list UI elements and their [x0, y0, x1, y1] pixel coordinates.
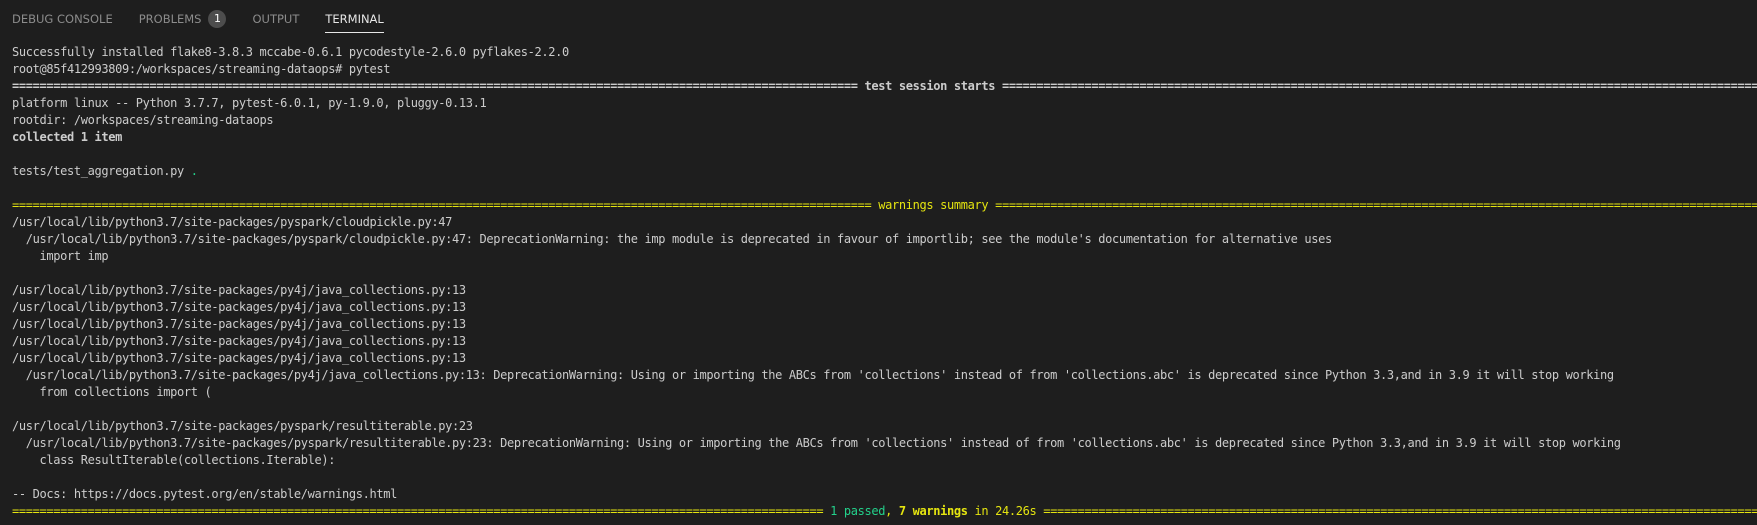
- warnings-separator: ========================================…: [12, 198, 1757, 212]
- session-title: test session starts: [864, 79, 996, 93]
- summary-line: ========================================…: [12, 504, 1757, 518]
- warning-path: /usr/local/lib/python3.7/site-packages/p…: [12, 351, 466, 365]
- platform-line: platform linux -- Python 3.7.7, pytest-6…: [12, 96, 487, 110]
- warning-message: /usr/local/lib/python3.7/site-packages/p…: [12, 368, 1614, 382]
- warning-path: /usr/local/lib/python3.7/site-packages/p…: [12, 300, 466, 314]
- terminal-panel: DEBUG CONSOLE PROBLEMS 1 OUTPUT TERMINAL…: [0, 0, 1757, 525]
- problems-count-badge: 1: [208, 10, 227, 28]
- test-result-dot: .: [190, 164, 198, 178]
- test-file-name: tests/test_aggregation.py: [12, 164, 191, 178]
- install-line: Successfully installed flake8-3.8.3 mcca…: [12, 45, 569, 59]
- passed-count: 1 passed: [830, 504, 886, 518]
- collected-line: collected 1 item: [12, 130, 122, 144]
- warnings-count: 7 warnings: [898, 504, 968, 518]
- warning-path: /usr/local/lib/python3.7/site-packages/p…: [12, 283, 466, 297]
- prompt-line: root@85f412993809:/workspaces/streaming-…: [12, 62, 391, 76]
- tab-debug-console[interactable]: DEBUG CONSOLE: [12, 12, 113, 32]
- duration: in 24.26s: [967, 504, 1037, 518]
- warnings-title: warnings summary: [878, 198, 989, 212]
- test-file-line: tests/test_aggregation.py .: [12, 163, 1757, 180]
- rootdir-line: rootdir: /workspaces/streaming-dataops: [12, 113, 274, 127]
- tab-debug-console-label: DEBUG CONSOLE: [12, 12, 113, 26]
- warning-path: /usr/local/lib/python3.7/site-packages/p…: [12, 317, 466, 331]
- warning-path: /usr/local/lib/python3.7/site-packages/p…: [12, 215, 452, 229]
- warning-code: class ResultIterable(collections.Iterabl…: [12, 453, 336, 467]
- warning-message: /usr/local/lib/python3.7/site-packages/p…: [12, 232, 1333, 246]
- tab-terminal-label: TERMINAL: [325, 12, 384, 26]
- tab-output[interactable]: OUTPUT: [252, 12, 299, 32]
- tab-terminal[interactable]: TERMINAL: [325, 12, 384, 33]
- warning-path: /usr/local/lib/python3.7/site-packages/p…: [12, 334, 466, 348]
- tab-problems-label: PROBLEMS: [138, 12, 202, 26]
- warning-path: /usr/local/lib/python3.7/site-packages/p…: [12, 419, 473, 433]
- warning-code: from collections import (: [12, 385, 212, 399]
- session-separator: ========================================…: [12, 79, 1757, 93]
- panel-tab-bar: DEBUG CONSOLE PROBLEMS 1 OUTPUT TERMINAL: [0, 0, 1757, 36]
- tab-problems[interactable]: PROBLEMS 1: [138, 10, 227, 32]
- warning-code: import imp: [12, 249, 109, 263]
- warning-message: /usr/local/lib/python3.7/site-packages/p…: [12, 436, 1621, 450]
- docs-line: -- Docs: https://docs.pytest.org/en/stab…: [12, 487, 397, 501]
- terminal-output[interactable]: Successfully installed flake8-3.8.3 mcca…: [12, 44, 1757, 522]
- tab-output-label: OUTPUT: [252, 12, 300, 26]
